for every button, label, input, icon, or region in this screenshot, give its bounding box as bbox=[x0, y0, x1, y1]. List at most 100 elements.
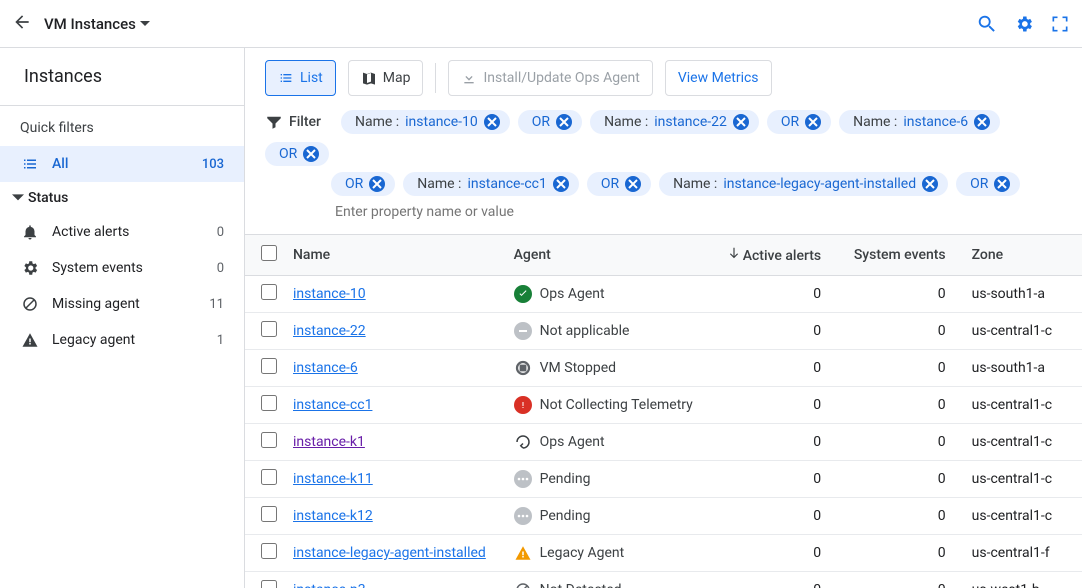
zone-cell: us-central1-c bbox=[964, 424, 1082, 461]
chip-remove-icon[interactable] bbox=[733, 114, 749, 130]
filter-chip-or[interactable]: OR bbox=[956, 172, 1020, 196]
zone-cell: us-central1-c bbox=[964, 313, 1082, 350]
row-checkbox[interactable] bbox=[261, 469, 277, 485]
instance-link[interactable]: instance-6 bbox=[293, 360, 358, 376]
active-alerts-cell: 0 bbox=[712, 387, 839, 424]
filter-chip-or[interactable]: OR bbox=[265, 142, 329, 166]
instance-link[interactable]: instance-22 bbox=[293, 323, 366, 339]
instance-link[interactable]: instance-10 bbox=[293, 286, 366, 302]
filter-input[interactable] bbox=[331, 198, 581, 226]
status-group-toggle[interactable]: Status bbox=[0, 182, 244, 214]
row-checkbox[interactable] bbox=[261, 358, 277, 374]
chip-remove-icon[interactable] bbox=[994, 176, 1010, 192]
zone-cell: us-south1-a bbox=[964, 276, 1082, 313]
filter-chip-or[interactable]: OR bbox=[767, 110, 831, 134]
zone-cell: us-central1-c bbox=[964, 461, 1082, 498]
chip-remove-icon[interactable] bbox=[303, 146, 319, 162]
col-agent[interactable]: Agent bbox=[506, 235, 712, 276]
refresh-icon bbox=[514, 433, 532, 451]
sidebar-item-system-events[interactable]: System events0 bbox=[0, 250, 244, 286]
col-name[interactable]: Name bbox=[285, 235, 506, 276]
error-circle-icon bbox=[514, 396, 532, 414]
filter-all[interactable]: All 103 bbox=[0, 146, 244, 182]
col-zone[interactable]: Zone bbox=[964, 235, 1082, 276]
minus-circle-icon bbox=[514, 322, 532, 340]
system-events-cell: 0 bbox=[839, 313, 963, 350]
breadcrumb-dropdown[interactable]: VM Instances bbox=[44, 15, 150, 33]
instance-link[interactable]: instance-k1 bbox=[293, 434, 365, 450]
instance-link[interactable]: instance-k11 bbox=[293, 471, 373, 487]
table-row: instance-legacy-agent-installedLegacy Ag… bbox=[245, 535, 1082, 572]
back-button[interactable] bbox=[12, 12, 32, 36]
table-row: instance-22Not applicable00us-central1-c bbox=[245, 313, 1082, 350]
instance-link[interactable]: instance-p3 bbox=[293, 582, 366, 588]
arrow-down-icon bbox=[727, 246, 741, 260]
map-view-button[interactable]: Map bbox=[348, 60, 424, 96]
instance-link[interactable]: instance-cc1 bbox=[293, 397, 372, 413]
active-alerts-cell: 0 bbox=[712, 461, 839, 498]
filter-chip[interactable]: Name : instance-cc1 bbox=[403, 172, 579, 196]
list-view-button[interactable]: List bbox=[265, 60, 336, 96]
chevron-down-icon bbox=[140, 19, 150, 29]
view-metrics-button[interactable]: View Metrics bbox=[665, 60, 772, 96]
row-checkbox[interactable] bbox=[261, 284, 277, 300]
system-events-cell: 0 bbox=[839, 535, 963, 572]
fullscreen-icon[interactable] bbox=[1050, 14, 1070, 34]
sidebar-item-label: Missing agent bbox=[52, 296, 140, 312]
toolbar-divider bbox=[435, 63, 436, 93]
instance-link[interactable]: instance-k12 bbox=[293, 508, 373, 524]
chip-remove-icon[interactable] bbox=[922, 176, 938, 192]
chip-remove-icon[interactable] bbox=[974, 114, 990, 130]
sidebar-item-legacy-agent[interactable]: Legacy agent1 bbox=[0, 322, 244, 358]
check-circle-icon bbox=[514, 285, 532, 303]
table-row: instance-6VM Stopped00us-south1-a bbox=[245, 350, 1082, 387]
col-system-events[interactable]: System events bbox=[839, 235, 963, 276]
row-checkbox[interactable] bbox=[261, 543, 277, 559]
select-all-checkbox[interactable] bbox=[261, 245, 277, 261]
instance-link[interactable]: instance-legacy-agent-installed bbox=[293, 545, 486, 561]
filter-chip[interactable]: Name : instance-22 bbox=[590, 110, 759, 134]
sidebar-item-missing-agent[interactable]: Missing agent11 bbox=[0, 286, 244, 322]
row-checkbox[interactable] bbox=[261, 395, 277, 411]
not-detected-icon bbox=[514, 581, 532, 588]
stop-circle-icon bbox=[514, 359, 532, 377]
filter-chip[interactable]: Name : instance-legacy-agent-installed bbox=[659, 172, 948, 196]
chip-remove-icon[interactable] bbox=[556, 114, 572, 130]
agent-status-text: Ops Agent bbox=[540, 286, 605, 302]
row-checkbox[interactable] bbox=[261, 432, 277, 448]
active-alerts-cell: 0 bbox=[712, 535, 839, 572]
system-events-cell: 0 bbox=[839, 350, 963, 387]
quick-filters-title: Quick filters bbox=[0, 106, 244, 146]
chip-remove-icon[interactable] bbox=[553, 176, 569, 192]
row-checkbox[interactable] bbox=[261, 506, 277, 522]
filter-chip-or[interactable]: OR bbox=[331, 172, 395, 196]
filter-toggle[interactable]: Filter bbox=[265, 113, 321, 131]
chip-remove-icon[interactable] bbox=[805, 114, 821, 130]
map-icon bbox=[361, 70, 377, 86]
table-row: instance-10Ops Agent00us-south1-a bbox=[245, 276, 1082, 313]
chip-remove-icon[interactable] bbox=[369, 176, 385, 192]
page-title: VM Instances bbox=[44, 15, 136, 33]
table-row: instance-cc1Not Collecting Telemetry00us… bbox=[245, 387, 1082, 424]
filter-chip-or[interactable]: OR bbox=[518, 110, 582, 134]
filter-icon bbox=[265, 113, 283, 131]
gear-icon[interactable] bbox=[1014, 14, 1034, 34]
row-checkbox[interactable] bbox=[261, 580, 277, 588]
zone-cell: us-south1-a bbox=[964, 350, 1082, 387]
active-alerts-cell: 0 bbox=[712, 313, 839, 350]
active-alerts-cell: 0 bbox=[712, 498, 839, 535]
col-active-alerts[interactable]: Active alerts bbox=[712, 235, 839, 276]
bell-icon bbox=[20, 222, 40, 242]
search-icon[interactable] bbox=[976, 13, 998, 35]
row-checkbox[interactable] bbox=[261, 321, 277, 337]
warning-icon bbox=[514, 544, 532, 562]
filter-chip-or[interactable]: OR bbox=[587, 172, 651, 196]
chip-remove-icon[interactable] bbox=[484, 114, 500, 130]
active-alerts-cell: 0 bbox=[712, 350, 839, 387]
sidebar-item-count: 0 bbox=[217, 261, 224, 276]
chip-remove-icon[interactable] bbox=[625, 176, 641, 192]
sidebar-item-active-alerts[interactable]: Active alerts0 bbox=[0, 214, 244, 250]
agent-status-text: Pending bbox=[540, 508, 591, 524]
filter-chip[interactable]: Name : instance-6 bbox=[839, 110, 1000, 134]
filter-chip[interactable]: Name : instance-10 bbox=[341, 110, 510, 134]
